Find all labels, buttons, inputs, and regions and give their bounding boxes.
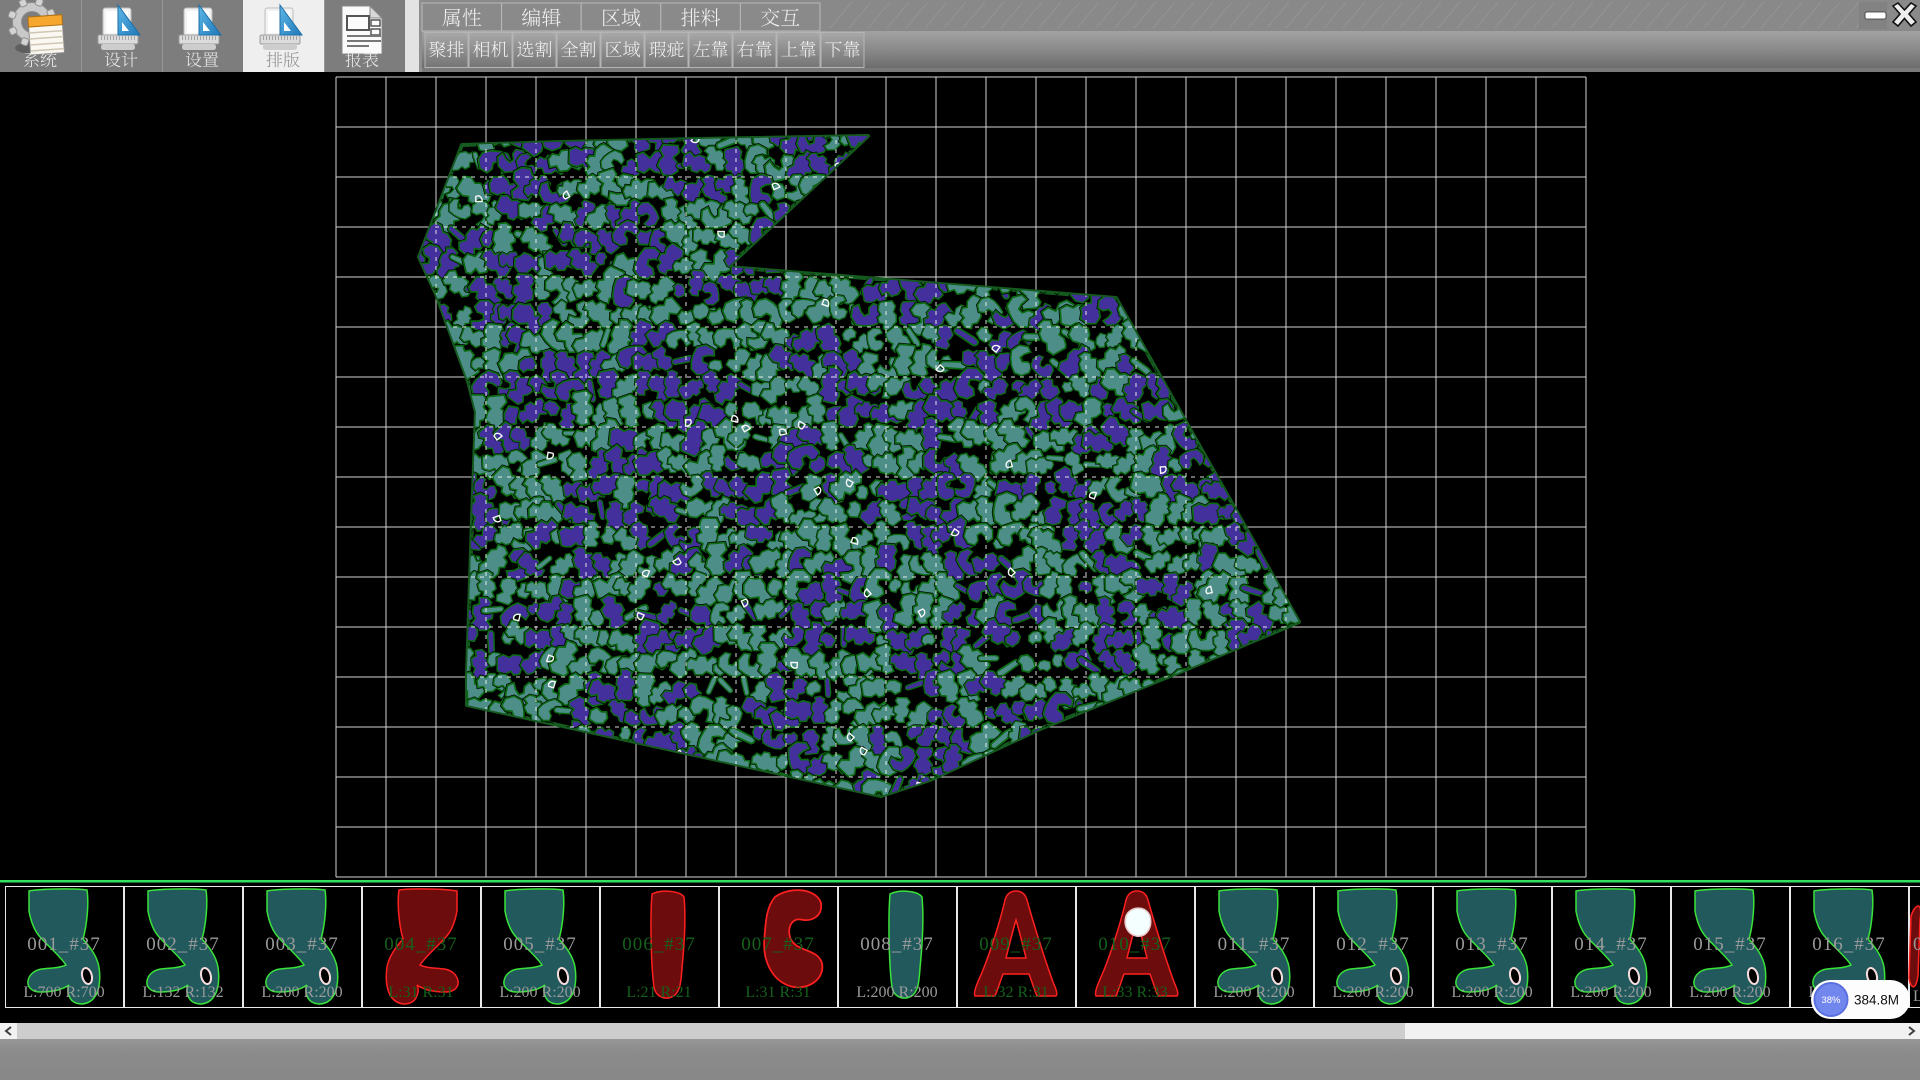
svg-text:384.8M: 384.8M bbox=[1854, 993, 1899, 1008]
svg-text:009_#37: 009_#37 bbox=[979, 934, 1053, 955]
svg-text:L:21 R:21: L:21 R:21 bbox=[626, 984, 691, 1001]
svg-text:L:200 R:200: L:200 R:200 bbox=[1570, 984, 1651, 1001]
svg-text:L:200 R:200: L:200 R:200 bbox=[1213, 984, 1294, 1001]
svg-text:004_#37: 004_#37 bbox=[384, 934, 458, 955]
svg-text:007_#37: 007_#37 bbox=[741, 934, 815, 955]
svg-text:0: 0 bbox=[1913, 934, 1920, 955]
svg-text:003_#37: 003_#37 bbox=[265, 934, 339, 955]
svg-text:012_#37: 012_#37 bbox=[1336, 934, 1410, 955]
svg-text:L:31 R:31: L:31 R:31 bbox=[388, 984, 453, 1001]
svg-text:38%: 38% bbox=[1821, 995, 1841, 1006]
svg-text:013_#37: 013_#37 bbox=[1455, 934, 1529, 955]
svg-text:L: L bbox=[1913, 988, 1920, 1005]
svg-text:L:132 R:132: L:132 R:132 bbox=[142, 984, 223, 1001]
svg-text:L:200 R:200: L:200 R:200 bbox=[856, 984, 937, 1001]
svg-text:014_#37: 014_#37 bbox=[1574, 934, 1648, 955]
svg-text:L:200 R:200: L:200 R:200 bbox=[261, 984, 342, 1001]
svg-text:L:200 R:200: L:200 R:200 bbox=[1689, 984, 1770, 1001]
svg-text:L:200 R:200: L:200 R:200 bbox=[499, 984, 580, 1001]
svg-text:002_#37: 002_#37 bbox=[146, 934, 220, 955]
svg-text:L:700 R:700: L:700 R:700 bbox=[23, 984, 104, 1001]
svg-text:006_#37: 006_#37 bbox=[622, 934, 696, 955]
svg-text:011_#37: 011_#37 bbox=[1218, 934, 1291, 955]
svg-text:008_#37: 008_#37 bbox=[860, 934, 934, 955]
svg-text:L:200 R:200: L:200 R:200 bbox=[1332, 984, 1413, 1001]
svg-text:L:33 R:33: L:33 R:33 bbox=[1102, 984, 1167, 1001]
svg-text:L:32 R:31: L:32 R:31 bbox=[983, 984, 1048, 1001]
svg-text:016_#37: 016_#37 bbox=[1812, 934, 1886, 955]
svg-text:001_#37: 001_#37 bbox=[27, 934, 101, 955]
svg-text:015_#37: 015_#37 bbox=[1693, 934, 1767, 955]
svg-text:010_#37: 010_#37 bbox=[1098, 934, 1172, 955]
svg-text:005_#37: 005_#37 bbox=[503, 934, 577, 955]
svg-text:L:200 R:200: L:200 R:200 bbox=[1451, 984, 1532, 1001]
svg-text:L:31 R:31: L:31 R:31 bbox=[745, 984, 810, 1001]
